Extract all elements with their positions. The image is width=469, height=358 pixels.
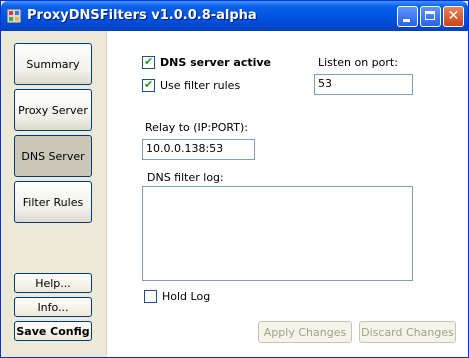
checkbox-box[interactable]: ✔: [142, 78, 155, 92]
sidebar: Summary Proxy Server DNS Server Filter R…: [3, 31, 107, 355]
relay-label: Relay to (IP:PORT):: [145, 121, 248, 134]
checkmark-icon: ✔: [144, 55, 154, 68]
close-icon: ✕: [447, 8, 460, 24]
title-bar[interactable]: ProxyDNSFilters v1.0.0.8-alpha ✕: [1, 1, 468, 31]
listen-port-input[interactable]: 53: [314, 74, 413, 95]
dns-server-active-checkbox[interactable]: ✔ DNS server active: [142, 55, 272, 69]
app-icon: [7, 9, 21, 23]
checkbox-box[interactable]: ✔: [142, 55, 155, 69]
use-filter-rules-checkbox[interactable]: ✔ Use filter rules: [142, 78, 241, 92]
info-button[interactable]: Info...: [14, 297, 92, 317]
hold-log-label: Hold Log: [162, 290, 211, 303]
window-title: ProxyDNSFilters v1.0.0.8-alpha: [27, 8, 257, 23]
hold-log-checkbox[interactable]: Hold Log: [144, 290, 210, 303]
sidebar-item-summary[interactable]: Summary: [14, 43, 92, 85]
maximize-icon: [425, 11, 435, 20]
app-window: ProxyDNSFilters v1.0.0.8-alpha ✕ Summary…: [0, 0, 469, 358]
checkbox-box[interactable]: [144, 290, 157, 303]
use-filter-rules-label: Use filter rules: [160, 79, 241, 92]
relay-input[interactable]: 10.0.0.138:53: [142, 139, 255, 160]
discard-changes-button[interactable]: Discard Changes: [359, 321, 456, 343]
maximize-button[interactable]: [420, 6, 441, 27]
sidebar-item-filter-rules[interactable]: Filter Rules: [14, 181, 92, 223]
sidebar-item-dns-server[interactable]: DNS Server: [14, 135, 92, 177]
dns-server-panel: ✔ DNS server active ✔ Use filter rules L…: [107, 31, 468, 357]
minimize-icon: [403, 19, 410, 22]
save-config-button[interactable]: Save Config: [14, 321, 92, 341]
dns-server-active-label: DNS server active: [160, 56, 272, 69]
apply-changes-button[interactable]: Apply Changes: [258, 321, 352, 343]
checkmark-icon: ✔: [144, 78, 154, 91]
dns-filter-log-label: DNS filter log:: [147, 171, 224, 184]
listen-port-label: Listen on port:: [318, 56, 398, 69]
help-button[interactable]: Help...: [14, 273, 92, 293]
sidebar-item-proxy-server[interactable]: Proxy Server: [14, 89, 92, 131]
close-button[interactable]: ✕: [443, 6, 464, 27]
dns-filter-log-textarea[interactable]: [142, 186, 413, 281]
minimize-button[interactable]: [397, 6, 418, 27]
